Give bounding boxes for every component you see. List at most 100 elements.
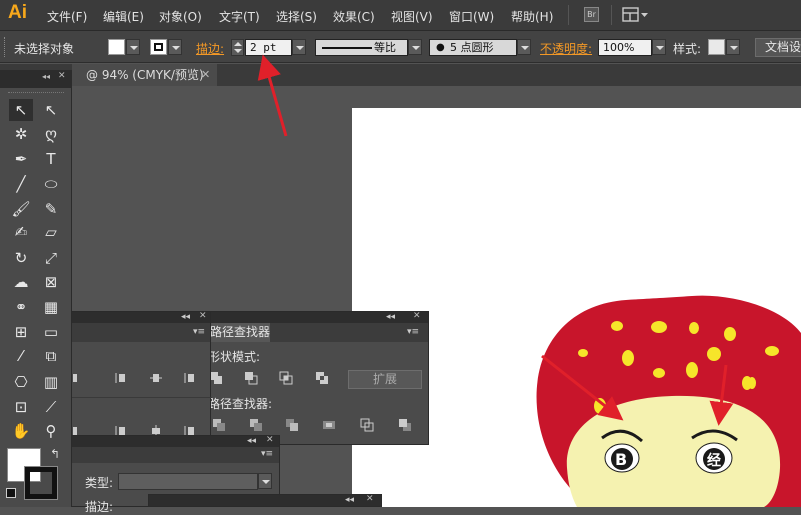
graphic-style-swatch[interactable] — [708, 39, 725, 55]
eyedropper-tool-icon[interactable]: ⁄ — [9, 345, 33, 367]
divide-icon[interactable] — [212, 418, 226, 432]
bridge-button[interactable]: Br — [584, 7, 599, 22]
menu-view[interactable]: 视图(V) — [391, 8, 433, 25]
stroke-color-swatch[interactable] — [24, 466, 58, 500]
collapse-icon[interactable]: ◂◂ — [386, 312, 395, 322]
paintbrush-tool-icon[interactable]: 🖌 — [9, 198, 33, 220]
brush-dropdown[interactable] — [517, 39, 531, 55]
opacity-dropdown[interactable] — [652, 39, 666, 55]
menu-file[interactable]: 文件(F) — [47, 8, 87, 25]
stroke-weight-dropdown[interactable] — [292, 39, 306, 55]
align-top-icon[interactable] — [184, 371, 198, 385]
mesh-tool-icon[interactable]: ⊞ — [9, 321, 33, 343]
eraser-tool-icon[interactable]: ▱ — [39, 221, 63, 243]
stroke-label[interactable]: 描边: — [196, 40, 224, 57]
close-panel-icon[interactable]: ✕ — [266, 435, 274, 445]
scale-tool-icon[interactable]: ⤢ — [39, 247, 63, 269]
outline-icon[interactable] — [360, 418, 374, 432]
tab-pathfinder[interactable]: 路径查找器 — [208, 323, 270, 342]
rotate-tool-icon[interactable]: ↻ — [9, 247, 33, 269]
close-panel-icon[interactable]: ✕ — [199, 311, 207, 321]
exclude-icon[interactable] — [315, 371, 329, 385]
illustrator-logo: Ai — [8, 2, 27, 23]
close-tab-icon[interactable]: ✕ — [201, 68, 210, 81]
default-colors-icon[interactable] — [6, 488, 16, 498]
artboard-tool-icon[interactable]: ⊡ — [9, 396, 33, 418]
intersect-icon[interactable] — [279, 371, 293, 385]
line-segment-tool-icon[interactable]: ╱ — [9, 173, 33, 195]
graphic-style-dropdown[interactable] — [726, 39, 740, 55]
menu-effect[interactable]: 效果(C) — [333, 8, 375, 25]
symbol-sprayer-tool-icon[interactable]: ⎔ — [9, 371, 33, 393]
profile-dropdown[interactable] — [408, 39, 422, 55]
workspace-switcher-icon[interactable] — [622, 7, 650, 23]
minus-front-icon[interactable] — [244, 371, 258, 385]
brush-dot-icon: ● — [436, 42, 445, 53]
zoom-tool-icon[interactable]: ⚲ — [39, 420, 63, 442]
selection-tool-icon[interactable]: ↖ — [9, 99, 33, 121]
swap-colors-icon[interactable]: ↰ — [50, 447, 60, 461]
slice-tool-icon[interactable]: ⟋ — [39, 396, 63, 418]
type-tool-icon[interactable]: T — [39, 148, 63, 170]
warp-tool-icon[interactable]: ☁ — [9, 271, 33, 293]
stroke-weight-stepper[interactable] — [231, 39, 244, 56]
align-left-icon[interactable] — [71, 371, 85, 385]
toolbox-header: ◂◂ ✕ — [0, 70, 72, 88]
collapse-icon[interactable]: ◂◂ — [345, 495, 354, 505]
variable-width-profile[interactable]: 等比 — [315, 39, 408, 56]
hand-tool-icon[interactable]: ✋ — [9, 420, 33, 442]
menu-edit[interactable]: 编辑(E) — [103, 8, 144, 25]
menu-window[interactable]: 窗口(W) — [449, 8, 494, 25]
direct-selection-tool-icon[interactable]: ↖ — [39, 99, 63, 121]
merge-icon[interactable] — [285, 418, 299, 432]
panel-menu-icon[interactable]: ▾≡ — [193, 327, 205, 337]
opacity-label[interactable]: 不透明度: — [540, 40, 592, 57]
align-right-icon[interactable] — [149, 371, 163, 385]
menu-help[interactable]: 帮助(H) — [511, 8, 553, 25]
fill-swatch[interactable] — [108, 39, 125, 55]
brush-label: 5 点圆形 — [450, 41, 494, 54]
menu-select[interactable]: 选择(S) — [276, 8, 317, 25]
magic-wand-tool-icon[interactable]: ✲ — [9, 123, 33, 145]
unite-icon[interactable] — [209, 371, 223, 385]
pencil-tool-icon[interactable]: ✎ — [39, 198, 63, 220]
fill-dropdown[interactable] — [126, 39, 140, 55]
collapse-icon[interactable]: ◂◂ — [42, 72, 50, 81]
column-graph-tool-icon[interactable]: ▥ — [39, 371, 63, 393]
expand-button[interactable]: 扩展 — [348, 370, 422, 389]
crop-icon[interactable] — [322, 418, 336, 432]
gradient-tool-icon[interactable]: ▭ — [39, 321, 63, 343]
close-panel-icon[interactable]: ✕ — [413, 311, 421, 321]
lasso-tool-icon[interactable]: ღ — [39, 123, 63, 145]
shape-builder-tool-icon[interactable]: ⚭ — [9, 296, 33, 318]
menu-type[interactable]: 文字(T) — [219, 8, 260, 25]
free-transform-tool-icon[interactable]: ⊠ — [39, 271, 63, 293]
mushroom-artwork[interactable]: B 经 — [352, 108, 801, 507]
collapse-icon[interactable]: ◂◂ — [181, 312, 190, 322]
minus-back-icon[interactable] — [398, 418, 412, 432]
close-panel-icon[interactable]: ✕ — [366, 494, 374, 504]
ellipse-tool-icon[interactable]: ⬭ — [39, 173, 63, 195]
svg-text:经: 经 — [707, 452, 721, 469]
perspective-grid-tool-icon[interactable]: ▦ — [39, 296, 63, 318]
blob-brush-tool-icon[interactable]: ✍ — [9, 221, 33, 243]
trim-icon[interactable] — [249, 418, 263, 432]
panel-menu-icon[interactable]: ▾≡ — [407, 327, 419, 337]
brush-definition[interactable]: ● 5 点圆形 — [429, 39, 517, 56]
blend-tool-icon[interactable]: ⧉ — [39, 345, 63, 367]
opacity-field[interactable]: 100% — [598, 39, 652, 56]
panel-menu-icon[interactable]: ▾≡ — [261, 449, 273, 459]
close-panel-icon[interactable]: ✕ — [58, 71, 66, 81]
document-tab[interactable]: @ 94% (CMYK/预览) — [72, 64, 217, 86]
collapse-icon[interactable]: ◂◂ — [247, 436, 256, 446]
stroke-dropdown[interactable] — [168, 39, 182, 55]
pen-tool-icon[interactable]: ✒ — [9, 148, 33, 170]
stroke-swatch[interactable] — [150, 39, 167, 55]
stroke-weight-field[interactable]: 2 pt — [245, 39, 292, 56]
menu-object[interactable]: 对象(O) — [159, 8, 202, 25]
type-select[interactable] — [118, 473, 258, 490]
align-hcenter-icon[interactable] — [115, 371, 129, 385]
document-setup-button[interactable]: 文档设 — [755, 38, 801, 57]
panel-tab-bar — [71, 447, 279, 463]
type-dropdown[interactable] — [258, 473, 272, 489]
